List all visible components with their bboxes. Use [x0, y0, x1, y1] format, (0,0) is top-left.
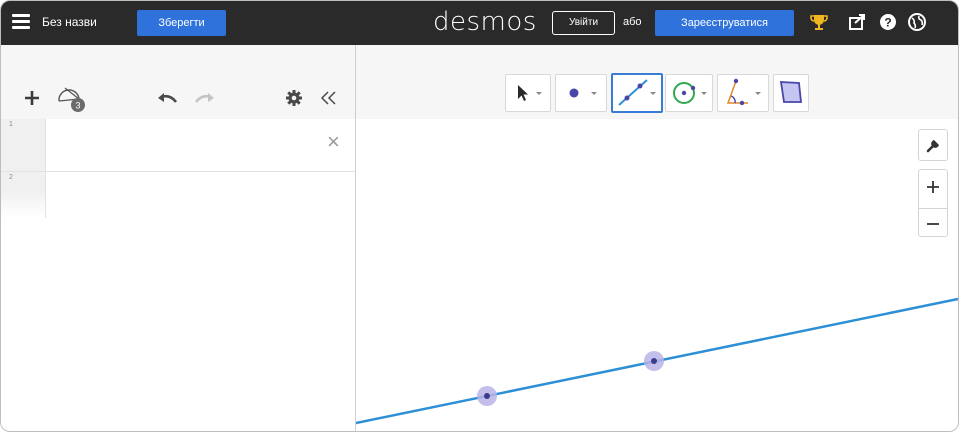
point-a[interactable]	[484, 393, 490, 399]
share-icon[interactable]	[847, 12, 867, 32]
point-b[interactable]	[651, 358, 657, 364]
svg-text:?: ?	[884, 16, 891, 30]
expression-row[interactable]: 2	[1, 172, 355, 218]
angle-tool[interactable]	[717, 74, 769, 112]
geometry-badge-count: 3	[75, 101, 80, 111]
expression-index: 1	[9, 121, 13, 128]
settings-gear-icon[interactable]	[285, 89, 303, 107]
language-globe-icon[interactable]	[907, 12, 927, 32]
zoom-out-icon[interactable]	[919, 209, 947, 241]
add-icon[interactable]	[23, 89, 41, 107]
register-button[interactable]: Зареєструватися	[655, 10, 794, 36]
expression-gutter: 2	[1, 172, 46, 218]
expressions-toolbar: 3	[1, 45, 355, 120]
angle-icon	[726, 78, 761, 106]
expression-gutter: 1	[1, 119, 46, 171]
or-label: або	[623, 16, 642, 28]
redo-icon[interactable]	[194, 90, 216, 106]
undo-icon[interactable]	[156, 90, 178, 106]
desmos-logo: desmos	[433, 7, 537, 37]
document-title[interactable]: Без назви	[42, 15, 97, 29]
polygon-tool[interactable]	[773, 74, 809, 112]
trophy-icon[interactable]	[809, 12, 829, 32]
login-button[interactable]: Увійти	[552, 11, 615, 35]
point-icon	[569, 88, 597, 98]
delete-expression-icon[interactable]: ×	[327, 129, 340, 155]
select-tool[interactable]	[505, 74, 551, 112]
toolbar-row: 3	[1, 45, 958, 120]
circle-tool[interactable]	[665, 74, 713, 112]
collapse-panel-icon[interactable]	[319, 90, 339, 106]
geometry-tool-icon[interactable]: 3	[56, 83, 88, 113]
point-tool[interactable]	[555, 74, 607, 112]
graph-settings-button[interactable]	[918, 129, 948, 161]
wrench-icon	[926, 140, 939, 153]
save-button[interactable]: Зберегти	[137, 10, 226, 36]
polygon-icon	[779, 81, 802, 103]
zoom-controls	[918, 169, 948, 237]
graph-svg	[356, 297, 958, 425]
circle-icon	[673, 82, 707, 104]
pointer-icon	[518, 85, 542, 101]
line-icon	[618, 79, 656, 106]
expression-list: 1 × 2	[1, 119, 355, 431]
hamburger-menu-icon[interactable]	[12, 14, 30, 30]
graph-canvas[interactable]	[356, 119, 958, 431]
zoom-in-icon[interactable]	[919, 170, 947, 203]
expression-row[interactable]: 1 ×	[1, 119, 355, 172]
desmos-app-window: Без назви Зберегти desmos Увійти або Зар…	[0, 0, 959, 432]
expression-index: 2	[9, 174, 13, 181]
top-header-bar: Без назви Зберегти desmos Увійти або Зар…	[1, 1, 958, 45]
help-icon[interactable]: ?	[878, 12, 898, 32]
line-tool[interactable]	[611, 73, 663, 113]
